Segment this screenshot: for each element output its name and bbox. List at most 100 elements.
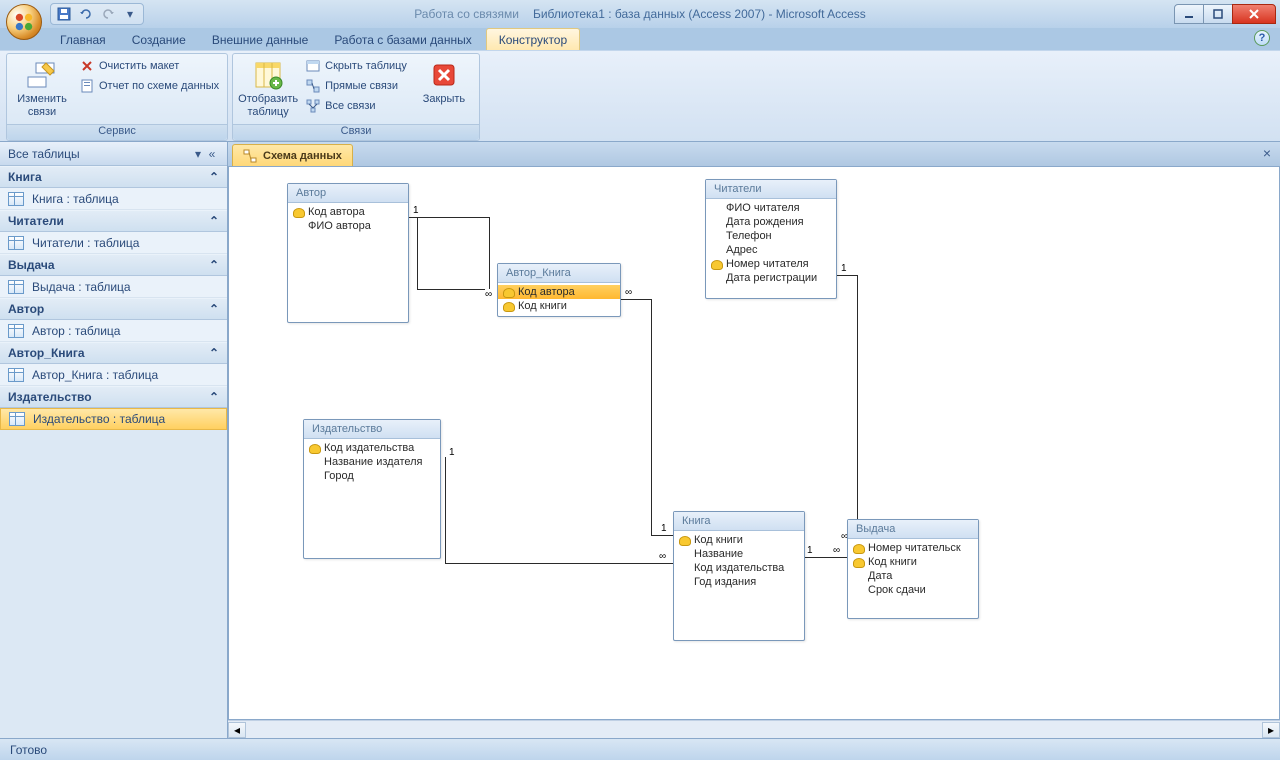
relation-line	[417, 289, 489, 290]
cardinality-label: 1	[449, 447, 455, 458]
entity-kniga[interactable]: Книга Код книги Название Код издательств…	[673, 511, 805, 641]
group-label-service: Сервис	[7, 124, 227, 140]
report-button[interactable]: Отчет по схеме данных	[77, 77, 221, 95]
close-button[interactable]	[1232, 4, 1276, 24]
document-close-button[interactable]: ×	[1260, 146, 1274, 160]
tab-create[interactable]: Создание	[120, 29, 198, 50]
entity-chitateli[interactable]: Читатели ФИО читателя Дата рождения Теле…	[705, 179, 837, 299]
field[interactable]: Адрес	[706, 243, 836, 257]
nav-group-kniga[interactable]: Книга⌃	[0, 166, 227, 188]
scroll-left-button[interactable]: ◂	[228, 722, 246, 738]
relation-line	[837, 275, 857, 276]
field-key[interactable]: Номер читательск	[848, 541, 978, 555]
nav-group-chitateli[interactable]: Читатели⌃	[0, 210, 227, 232]
collapse-icon: ⌃	[209, 302, 219, 316]
nav-collapse-icon[interactable]: «	[205, 147, 219, 161]
scroll-right-button[interactable]: ▸	[1262, 722, 1280, 738]
entity-title: Выдача	[848, 520, 978, 539]
relation-line	[417, 217, 418, 289]
nav-header[interactable]: Все таблицы ▾ «	[0, 142, 227, 166]
show-table-icon	[252, 59, 284, 91]
field-key[interactable]: Код автора	[288, 205, 408, 219]
help-icon[interactable]: ?	[1254, 30, 1270, 46]
field[interactable]: Город	[304, 469, 440, 483]
workspace: Все таблицы ▾ « Книга⌃ Книга : таблица Ч…	[0, 142, 1280, 738]
nav-item-izdatelstvo[interactable]: Издательство : таблица	[0, 408, 227, 430]
nav-item-chitateli[interactable]: Читатели : таблица	[0, 232, 227, 254]
document-tab-schema[interactable]: Схема данных	[232, 144, 353, 166]
relation-line	[445, 563, 673, 564]
cardinality-label: ∞	[625, 287, 632, 298]
edit-relations-button[interactable]: Изменить связи	[13, 57, 71, 121]
relation-line	[857, 275, 858, 543]
hide-table-button[interactable]: Скрыть таблицу	[303, 57, 409, 75]
field[interactable]: Дата рождения	[706, 215, 836, 229]
clear-layout-button[interactable]: Очистить макет	[77, 57, 221, 75]
nav-item-avtor[interactable]: Автор : таблица	[0, 320, 227, 342]
collapse-icon: ⌃	[209, 258, 219, 272]
field-key[interactable]: Код автора	[498, 285, 620, 299]
field[interactable]: Дата регистрации	[706, 271, 836, 285]
all-relations-button[interactable]: Все связи	[303, 97, 409, 115]
field-key[interactable]: Код издательства	[304, 441, 440, 455]
collapse-icon: ⌃	[209, 346, 219, 360]
qat-dropdown-icon[interactable]: ▾	[123, 7, 137, 21]
tab-designer[interactable]: Конструктор	[486, 28, 580, 50]
tab-dbtools[interactable]: Работа с базами данных	[322, 29, 483, 50]
field[interactable]: Код издательства	[674, 561, 804, 575]
nav-item-avtorkniga[interactable]: Автор_Книга : таблица	[0, 364, 227, 386]
nav-item-vydacha[interactable]: Выдача : таблица	[0, 276, 227, 298]
field[interactable]: Дата	[848, 569, 978, 583]
field[interactable]: Телефон	[706, 229, 836, 243]
nav-item-kniga[interactable]: Книга : таблица	[0, 188, 227, 210]
relation-line	[409, 217, 489, 218]
cardinality-label: ∞	[485, 289, 492, 300]
entity-vydacha[interactable]: Выдача Номер читательск Код книги Дата С…	[847, 519, 979, 619]
direct-relations-button[interactable]: Прямые связи	[303, 77, 409, 95]
nav-group-avtorkniga[interactable]: Автор_Книга⌃	[0, 342, 227, 364]
office-button[interactable]	[6, 4, 42, 40]
document-tab-strip: Схема данных ×	[228, 142, 1280, 166]
entity-title: Книга	[674, 512, 804, 531]
relationships-canvas[interactable]: 1 ∞ ∞ 1 1 ∞ 1 ∞ 1 ∞ Автор	[228, 166, 1280, 720]
table-icon	[8, 324, 24, 338]
field-key[interactable]: Код книги	[498, 299, 620, 313]
entity-avtor-kniga[interactable]: Автор_Книга Код автора Код книги	[497, 263, 621, 317]
context-title: Работа со связями	[414, 7, 519, 21]
close-icon	[428, 59, 460, 91]
cardinality-label: ∞	[659, 551, 666, 562]
tab-external[interactable]: Внешние данные	[200, 29, 321, 50]
minimize-button[interactable]	[1174, 4, 1204, 24]
table-icon	[9, 412, 25, 426]
field[interactable]: ФИО читателя	[706, 201, 836, 215]
relation-line	[651, 535, 673, 536]
ribbon-group-relations: Отобразить таблицу Скрыть таблицу Прямые…	[232, 53, 480, 141]
scroll-track[interactable]	[246, 722, 1262, 738]
horizontal-scrollbar[interactable]: ◂ ▸	[228, 720, 1280, 738]
cardinality-label: 1	[413, 205, 419, 216]
save-icon[interactable]	[57, 7, 71, 21]
relation-line	[805, 557, 847, 558]
field-key[interactable]: Код книги	[674, 533, 804, 547]
field[interactable]: Год издания	[674, 575, 804, 589]
show-table-button[interactable]: Отобразить таблицу	[239, 57, 297, 121]
nav-group-vydacha[interactable]: Выдача⌃	[0, 254, 227, 276]
nav-dropdown-icon[interactable]: ▾	[191, 147, 205, 161]
field[interactable]: Название издателя	[304, 455, 440, 469]
field[interactable]: ФИО автора	[288, 219, 408, 233]
entity-avtor[interactable]: Автор Код автора ФИО автора	[287, 183, 409, 323]
field[interactable]: Срок сдачи	[848, 583, 978, 597]
field-key[interactable]: Код книги	[848, 555, 978, 569]
undo-icon[interactable]	[79, 7, 93, 21]
window-controls	[1175, 4, 1276, 24]
nav-group-avtor[interactable]: Автор⌃	[0, 298, 227, 320]
close-relations-button[interactable]: Закрыть	[415, 57, 473, 108]
field-key[interactable]: Номер читателя	[706, 257, 836, 271]
tab-home[interactable]: Главная	[48, 29, 118, 50]
maximize-button[interactable]	[1203, 4, 1233, 24]
entity-izdatelstvo[interactable]: Издательство Код издательства Название и…	[303, 419, 441, 559]
field[interactable]: Название	[674, 547, 804, 561]
report-icon	[79, 78, 95, 94]
redo-icon[interactable]	[101, 7, 115, 21]
nav-group-izdatelstvo[interactable]: Издательство⌃	[0, 386, 227, 408]
